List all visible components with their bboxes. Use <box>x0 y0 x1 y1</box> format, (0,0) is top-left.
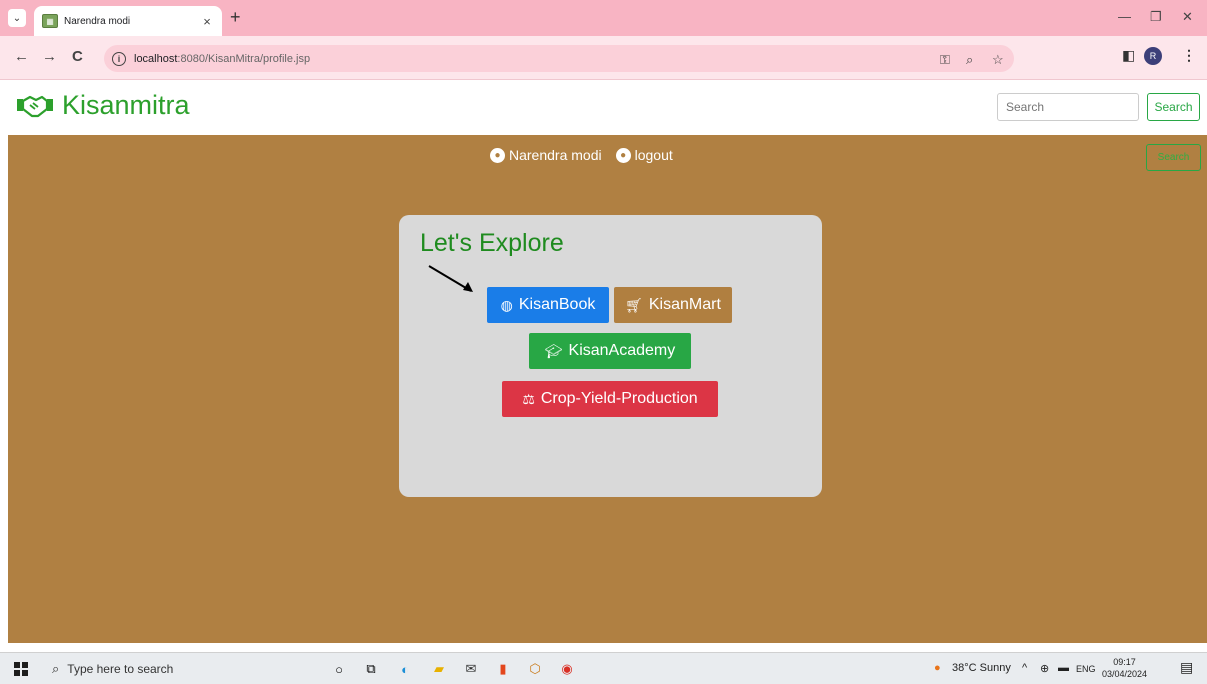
windows-start-icon[interactable] <box>14 662 28 676</box>
browser-toolbar: ← → C i localhost:8080/KisanMitra/profil… <box>0 36 1207 80</box>
weather-text[interactable]: 38°C Sunny <box>952 662 1011 674</box>
explore-card: Let's Explore ◍ KisanBook 🛒︎ KisanMart 🎓… <box>399 215 822 497</box>
user-bar: ● Narendra modi ● logout <box>490 147 687 163</box>
profile-avatar[interactable]: R <box>1144 47 1162 65</box>
close-window-icon[interactable]: ✕ <box>1182 9 1193 25</box>
crop-yield-label: Crop-Yield-Production <box>540 390 698 407</box>
forward-icon[interactable]: → <box>42 48 57 66</box>
explore-title: Let's Explore <box>420 229 564 257</box>
battery-icon[interactable]: ▬ <box>1058 662 1069 674</box>
network-icon[interactable]: ⊕ <box>1040 662 1049 675</box>
app-header: Kisanmitra Search <box>0 80 1207 135</box>
edge-icon[interactable]: ◐ <box>396 660 414 678</box>
os-taskbar: ⌕ Type here to search ○ ⧉ ◐ ▰ ✉ ▮ ⬡ ◉ ● … <box>0 652 1207 684</box>
kisanacademy-button[interactable]: 🎓︎ KisanAcademy <box>529 333 691 369</box>
url-text: localhost:8080/KisanMitra/profile.jsp <box>134 52 311 65</box>
brand-name: Kisanmitra <box>62 90 190 120</box>
user-circle-icon: ● <box>490 147 505 163</box>
office-icon[interactable]: ▮ <box>494 660 512 678</box>
taskbar-search-placeholder: Type here to search <box>67 662 174 676</box>
clock-time: 09:17 <box>1113 657 1136 667</box>
handshake-icon <box>17 95 53 117</box>
kisanbook-button[interactable]: ◍ KisanBook <box>487 287 609 323</box>
browser-tab-strip: ⌄ ▦ Narendra modi × + — ❐ ✕ <box>0 0 1207 36</box>
main-content: ● Narendra modi ● logout Search Let's Ex… <box>8 135 1207 643</box>
side-panel-icon[interactable]: ◧ <box>1122 47 1135 64</box>
browser-tab[interactable]: ▦ Narendra modi × <box>34 6 222 36</box>
brand-logo[interactable]: Kisanmitra <box>16 90 190 121</box>
cart-icon: 🛒︎ <box>625 296 643 313</box>
file-explorer-icon[interactable]: ▰ <box>430 660 448 678</box>
search-icon: ⌕ <box>52 661 60 676</box>
secondary-search-button[interactable]: Search <box>1146 144 1201 171</box>
kisanmart-label: KisanMart <box>648 296 721 313</box>
user-name: Narendra modi <box>509 147 602 163</box>
user-profile-link[interactable]: ● Narendra modi <box>490 147 602 163</box>
favicon-icon: ▦ <box>42 14 58 28</box>
close-tab-icon[interactable]: × <box>200 14 214 29</box>
tab-title: Narendra modi <box>64 15 131 27</box>
graduation-cap-icon: 🎓︎ <box>544 342 563 359</box>
user-circle-icon: ● <box>615 147 631 163</box>
notifications-icon[interactable]: ▤ <box>1180 659 1193 676</box>
clock-date: 03/04/2024 <box>1102 669 1148 679</box>
more-menu-icon[interactable]: ⋮ <box>1182 47 1196 64</box>
kisanmart-button[interactable]: 🛒︎ KisanMart <box>614 287 732 323</box>
chrome-icon[interactable]: ◉ <box>558 660 576 678</box>
address-bar[interactable]: i localhost:8080/KisanMitra/profile.jsp … <box>104 45 1014 72</box>
weather-icon: ● <box>934 662 941 674</box>
tray-expand-icon[interactable]: ^ <box>1022 662 1027 674</box>
globe-icon: ◍ <box>500 296 513 313</box>
reload-icon[interactable]: C <box>72 48 83 66</box>
new-tab-button[interactable]: + <box>230 8 241 26</box>
crop-yield-button[interactable]: ⚖︎ Crop-Yield-Production <box>502 381 718 417</box>
language-indicator[interactable]: ENG <box>1076 664 1096 674</box>
task-view-icon[interactable]: ⧉ <box>362 660 380 678</box>
tab-search-button[interactable]: ⌄ <box>8 9 26 27</box>
system-clock[interactable]: 09:17 03/04/2024 <box>1102 656 1147 680</box>
search-input[interactable] <box>997 93 1139 121</box>
arrow-annotation <box>428 265 473 292</box>
site-info-icon[interactable]: i <box>112 51 126 66</box>
logout-link[interactable]: ● logout <box>615 147 673 163</box>
bookmark-star-icon[interactable]: ☆ <box>992 52 1004 68</box>
scale-icon: ⚖︎ <box>522 390 535 407</box>
search-button[interactable]: Search <box>1147 93 1200 121</box>
restore-icon[interactable]: ❐ <box>1150 9 1162 25</box>
cortana-icon[interactable]: ○ <box>330 660 348 678</box>
kisanacademy-label: KisanAcademy <box>568 342 676 359</box>
zoom-icon[interactable]: ⌕ <box>966 52 973 68</box>
back-icon[interactable]: ← <box>14 48 29 66</box>
app-icon[interactable]: ⬡ <box>526 660 544 678</box>
minimize-icon[interactable]: — <box>1118 9 1131 24</box>
logout-label: logout <box>634 147 673 163</box>
mail-icon[interactable]: ✉ <box>462 660 480 678</box>
taskbar-search[interactable]: ⌕ Type here to search <box>52 661 173 677</box>
key-icon[interactable]: ⚿ <box>940 52 950 68</box>
kisanbook-label: KisanBook <box>518 296 596 313</box>
